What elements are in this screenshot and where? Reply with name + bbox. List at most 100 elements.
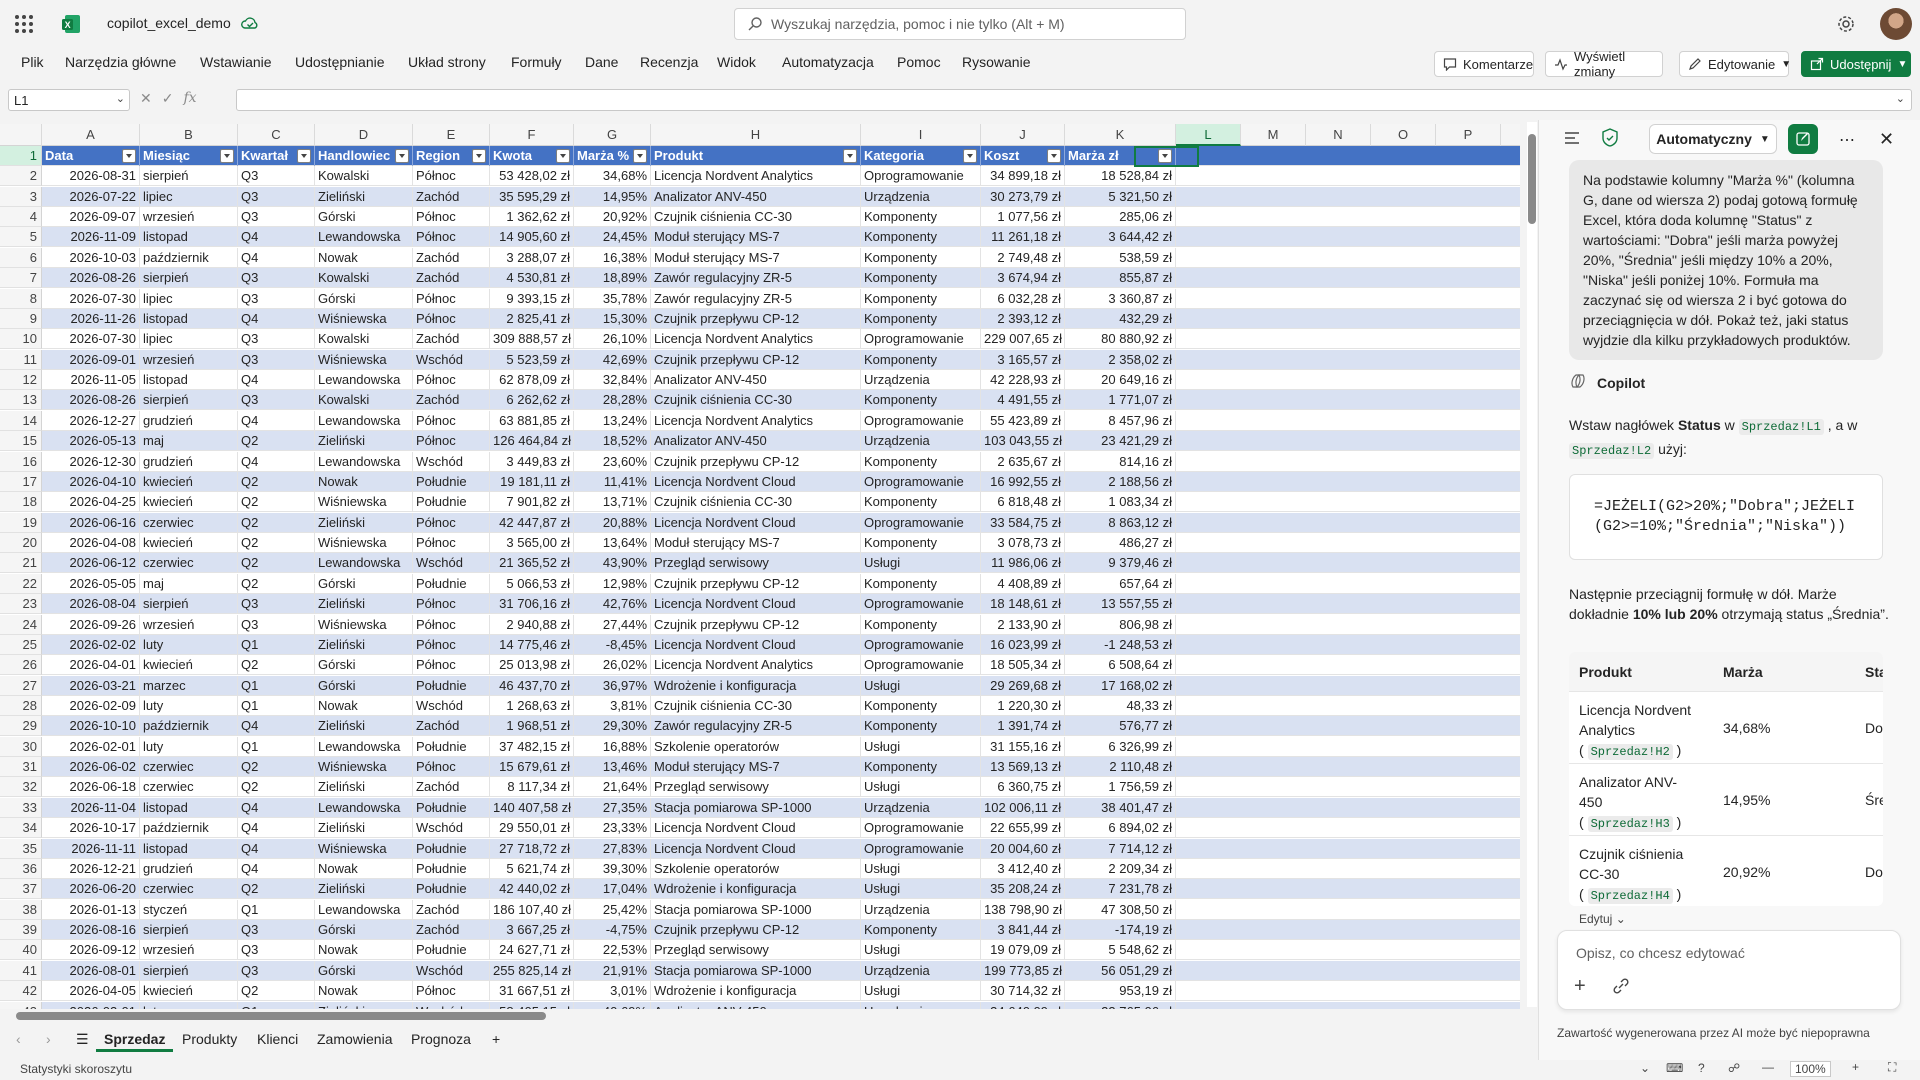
cell[interactable]: 58 405,15 zł bbox=[490, 1001, 574, 1009]
cell[interactable]: 2026-04-08 bbox=[42, 533, 140, 554]
cell[interactable]: Q1 bbox=[238, 634, 315, 655]
prev-sheet-icon[interactable]: ‹ bbox=[8, 1028, 29, 1052]
cell[interactable]: Q1 bbox=[238, 1001, 315, 1009]
cell[interactable]: 2026-10-17 bbox=[42, 818, 140, 839]
row-header[interactable]: 20 bbox=[0, 533, 42, 554]
cell[interactable]: Licencja Nordvent Analytics bbox=[651, 329, 861, 350]
cell[interactable]: Urządzenia bbox=[861, 186, 981, 207]
cell[interactable]: Q4 bbox=[238, 838, 315, 859]
cell[interactable]: 2026-08-16 bbox=[42, 920, 140, 941]
cell[interactable]: 2026-06-18 bbox=[42, 777, 140, 798]
cell[interactable]: Oprogramowanie bbox=[861, 329, 981, 350]
row-header[interactable]: 31 bbox=[0, 757, 42, 778]
cell[interactable]: 29 269,68 zł bbox=[981, 675, 1065, 696]
cell[interactable]: Zieliński bbox=[315, 186, 413, 207]
cell[interactable]: Północ bbox=[413, 431, 490, 452]
cell[interactable]: Północ bbox=[413, 512, 490, 533]
cell[interactable]: Q3 bbox=[238, 166, 315, 187]
row-header[interactable]: 11 bbox=[0, 349, 42, 370]
cell[interactable]: Nowak bbox=[315, 940, 413, 961]
cell[interactable]: Oprogramowanie bbox=[861, 512, 981, 533]
cell[interactable]: Południe bbox=[413, 675, 490, 696]
cell[interactable]: 18 505,34 zł bbox=[981, 655, 1065, 676]
cell[interactable]: kwiecień bbox=[140, 471, 238, 492]
cell[interactable]: 26,02% bbox=[574, 655, 651, 676]
cell[interactable]: Czujnik przepływu CP-12 bbox=[651, 308, 861, 329]
cell[interactable]: Wschód bbox=[413, 349, 490, 370]
cell[interactable]: 285,06 zł bbox=[1065, 207, 1176, 228]
cell[interactable]: -8,45% bbox=[574, 634, 651, 655]
cell[interactable]: Q3 bbox=[238, 920, 315, 941]
cell[interactable]: marzec bbox=[140, 675, 238, 696]
cell[interactable]: grudzień bbox=[140, 858, 238, 879]
cell[interactable]: 46 437,70 zł bbox=[490, 675, 574, 696]
cell[interactable]: Czujnik ciśnienia CC-30 bbox=[651, 390, 861, 411]
cell[interactable]: Q2 bbox=[238, 512, 315, 533]
cell[interactable]: grudzień bbox=[140, 410, 238, 431]
cell[interactable]: maj bbox=[140, 573, 238, 594]
cell[interactable]: Wschód bbox=[413, 1001, 490, 1009]
row-header[interactable]: 15 bbox=[0, 431, 42, 452]
cell[interactable]: 4 530,81 zł bbox=[490, 268, 574, 289]
cell[interactable]: Q4 bbox=[238, 716, 315, 737]
cell[interactable]: 2026-11-09 bbox=[42, 227, 140, 248]
cell[interactable]: 309 888,57 zł bbox=[490, 329, 574, 350]
cell[interactable]: lipiec bbox=[140, 186, 238, 207]
cell[interactable]: Komponenty bbox=[861, 533, 981, 554]
cell[interactable]: 62 878,09 zł bbox=[490, 370, 574, 391]
feedback-icon[interactable]: ☍ bbox=[1728, 1061, 1740, 1075]
cell[interactable]: 538,59 zł bbox=[1065, 247, 1176, 268]
cell[interactable]: luty bbox=[140, 1001, 238, 1009]
row-header[interactable]: 1 bbox=[0, 146, 42, 166]
cell[interactable]: 63 881,85 zł bbox=[490, 410, 574, 431]
cell[interactable]: czerwiec bbox=[140, 879, 238, 900]
cell[interactable]: Zieliński bbox=[315, 431, 413, 452]
cell[interactable]: Południe bbox=[413, 736, 490, 757]
cell[interactable]: Oprogramowanie bbox=[861, 634, 981, 655]
cell[interactable]: Czujnik przepływu CP-12 bbox=[651, 451, 861, 472]
cell[interactable]: Wiśniewska bbox=[315, 349, 413, 370]
worksheet[interactable]: ABCDEFGHIJKLMNOPQ 1234567891011121314151… bbox=[0, 124, 1520, 1009]
cell[interactable]: Wiśniewska bbox=[315, 757, 413, 778]
column-header-f[interactable]: F bbox=[490, 124, 574, 146]
filter-dropdown-icon[interactable] bbox=[122, 149, 136, 163]
cell[interactable]: Zieliński bbox=[315, 512, 413, 533]
cell[interactable]: 6 326,99 zł bbox=[1065, 736, 1176, 757]
cell[interactable]: Wdrożenie i konfiguracja bbox=[651, 879, 861, 900]
cell[interactable]: Moduł sterujący MS-7 bbox=[651, 227, 861, 248]
row-header[interactable]: 26 bbox=[0, 655, 42, 676]
cell[interactable]: 13,24% bbox=[574, 410, 651, 431]
cell[interactable]: 27 718,72 zł bbox=[490, 838, 574, 859]
cell[interactable]: luty bbox=[140, 736, 238, 757]
add-attachment-icon[interactable]: + bbox=[1574, 975, 1586, 998]
cell[interactable]: Licencja Nordvent Analytics bbox=[651, 166, 861, 187]
cell[interactable]: 24 627,71 zł bbox=[490, 940, 574, 961]
cell[interactable]: 18,89% bbox=[574, 268, 651, 289]
cell[interactable]: 814,16 zł bbox=[1065, 451, 1176, 472]
cell[interactable]: Północ bbox=[413, 981, 490, 1002]
row-header[interactable]: 22 bbox=[0, 573, 42, 594]
row-header[interactable]: 33 bbox=[0, 797, 42, 818]
cell[interactable]: 80 880,92 zł bbox=[1065, 329, 1176, 350]
cell[interactable]: Licencja Nordvent Analytics bbox=[651, 410, 861, 431]
cell[interactable]: 2026-11-26 bbox=[42, 308, 140, 329]
cell[interactable]: 6 818,48 zł bbox=[981, 492, 1065, 513]
cell[interactable]: 3 449,83 zł bbox=[490, 451, 574, 472]
menu-home[interactable]: Narzędzia główne bbox=[65, 54, 176, 70]
cell[interactable]: 2026-02-02 bbox=[42, 634, 140, 655]
cell[interactable]: 22 655,99 zł bbox=[981, 818, 1065, 839]
cell[interactable]: Oprogramowanie bbox=[861, 818, 981, 839]
cell[interactable]: 20,88% bbox=[574, 512, 651, 533]
cancel-icon[interactable]: ✕ bbox=[140, 90, 152, 107]
cell[interactable]: 2026-06-20 bbox=[42, 879, 140, 900]
cell[interactable]: 36,97% bbox=[574, 675, 651, 696]
cell[interactable]: 3 288,07 zł bbox=[490, 247, 574, 268]
cell[interactable]: sierpień bbox=[140, 166, 238, 187]
cell[interactable]: Q2 bbox=[238, 879, 315, 900]
cell[interactable]: Zachód bbox=[413, 920, 490, 941]
cell[interactable]: Południe bbox=[413, 573, 490, 594]
cell[interactable]: 1 968,51 zł bbox=[490, 716, 574, 737]
cell[interactable]: Komponenty bbox=[861, 757, 981, 778]
cell[interactable]: Przegląd serwisowy bbox=[651, 553, 861, 574]
cell[interactable]: 16,88% bbox=[574, 736, 651, 757]
